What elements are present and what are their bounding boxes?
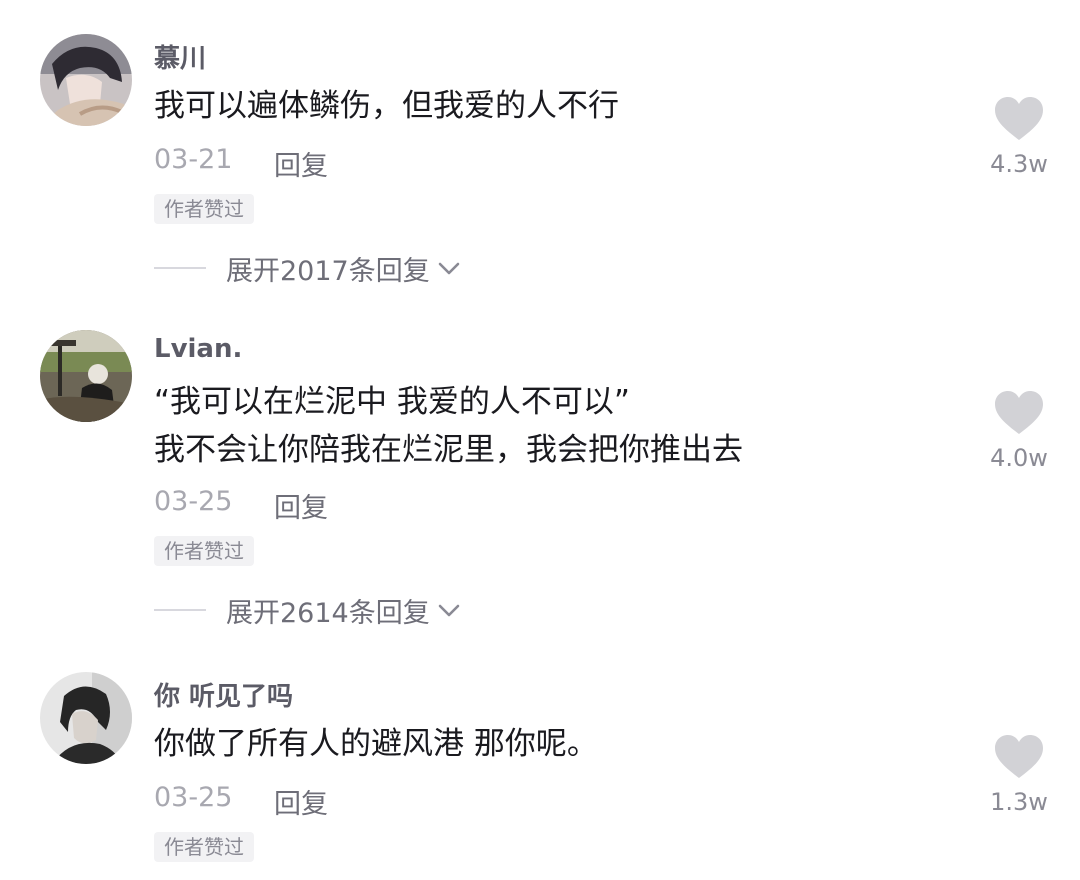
reply-button[interactable]: 回复 bbox=[274, 144, 328, 183]
author-liked-badge: 作者赞过 bbox=[154, 194, 254, 224]
divider-line bbox=[154, 609, 206, 611]
avatar[interactable] bbox=[40, 330, 132, 422]
like-count: 4.3w bbox=[990, 150, 1048, 178]
comment-date: 03-25 bbox=[154, 486, 233, 517]
heart-icon bbox=[995, 735, 1043, 778]
expand-replies-label: 展开2017条回复 bbox=[226, 255, 430, 287]
chevron-down-icon bbox=[438, 262, 460, 275]
divider-line bbox=[154, 267, 206, 269]
expand-replies-label: 展开2614条回复 bbox=[226, 597, 430, 629]
username[interactable]: Lvian. bbox=[154, 334, 242, 364]
reply-button[interactable]: 回复 bbox=[274, 782, 328, 821]
avatar[interactable] bbox=[40, 34, 132, 126]
heart-icon bbox=[995, 391, 1043, 434]
username[interactable]: 你 听见了吗 bbox=[154, 676, 293, 713]
chevron-down-icon bbox=[438, 604, 460, 617]
avatar-person-outdoors-icon bbox=[40, 330, 132, 422]
username[interactable]: 慕川 bbox=[154, 38, 206, 75]
like-count: 1.3w bbox=[990, 788, 1048, 816]
heart-icon bbox=[995, 97, 1043, 140]
comment-date: 03-25 bbox=[154, 782, 233, 813]
avatar-anime-boy-icon bbox=[40, 34, 132, 126]
like-button[interactable]: 4.0w bbox=[988, 390, 1050, 472]
like-button[interactable]: 4.3w bbox=[988, 96, 1050, 178]
avatar[interactable] bbox=[40, 672, 132, 764]
comment-date: 03-21 bbox=[154, 144, 233, 175]
reply-button[interactable]: 回复 bbox=[274, 486, 328, 525]
avatar-portrait-icon bbox=[40, 672, 132, 764]
like-button[interactable]: 1.3w bbox=[988, 734, 1050, 816]
comment-text: 我可以遍体鳞伤，但我爱的人不行 bbox=[154, 88, 619, 124]
comment-text: 我不会让你陪我在烂泥里，我会把你推出去 bbox=[154, 432, 743, 468]
comment-text: “我可以在烂泥中 我爱的人不可以” bbox=[154, 384, 630, 420]
expand-replies-button[interactable]: 展开2614条回复 bbox=[154, 592, 462, 629]
author-liked-badge: 作者赞过 bbox=[154, 536, 254, 566]
like-count: 4.0w bbox=[990, 444, 1048, 472]
comment-text: 你做了所有人的避风港 那你呢。 bbox=[154, 726, 598, 762]
author-liked-badge: 作者赞过 bbox=[154, 832, 254, 862]
expand-replies-button[interactable]: 展开2017条回复 bbox=[154, 250, 462, 287]
